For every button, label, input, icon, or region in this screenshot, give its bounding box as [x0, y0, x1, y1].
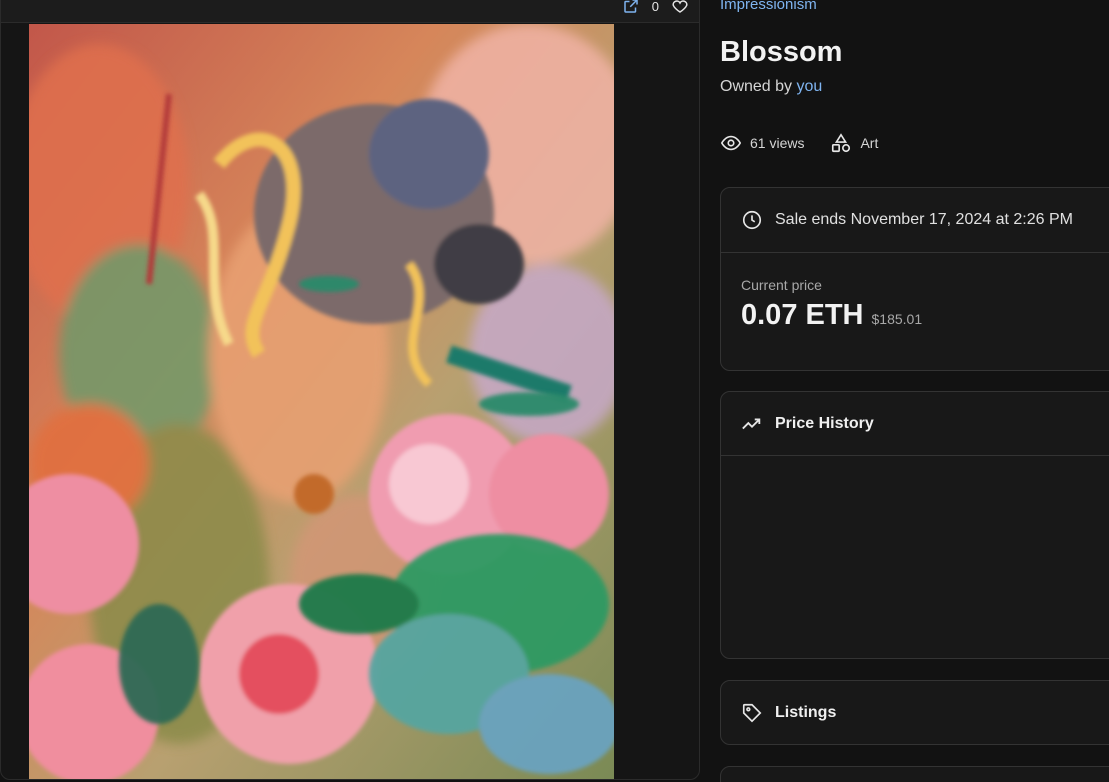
- owner-link[interactable]: you: [797, 78, 823, 95]
- next-card: [720, 766, 1109, 782]
- price-eth: 0.07 ETH: [741, 299, 864, 331]
- media-toolbar: 0: [1, 0, 699, 23]
- clock-icon: [741, 209, 763, 231]
- price-label: Current price: [741, 277, 822, 293]
- price-history-header[interactable]: Price History: [721, 392, 1109, 456]
- sale-card: Sale ends November 17, 2024 at 2:26 PM C…: [720, 187, 1109, 371]
- eye-icon: [720, 132, 742, 154]
- tag-icon: [741, 702, 763, 724]
- shapes-icon: [830, 132, 852, 154]
- sale-ends-text: Sale ends November 17, 2024 at 2:26 PM: [775, 211, 1073, 228]
- like-count: 0: [651, 0, 659, 14]
- owner-prefix: Owned by: [720, 78, 793, 95]
- listings-card: Listings: [720, 680, 1109, 745]
- listings-header[interactable]: Listings: [721, 681, 1109, 744]
- category[interactable]: Art: [830, 132, 878, 154]
- artwork-image[interactable]: [29, 24, 614, 779]
- category-label: Art: [860, 135, 879, 151]
- item-title: Blossom: [720, 36, 843, 68]
- owner-line: Owned by you: [720, 78, 822, 96]
- open-external-icon[interactable]: [622, 0, 640, 15]
- toolbar-actions: 0: [622, 0, 689, 15]
- trend-line-icon: [741, 413, 763, 435]
- price-history-title: Price History: [775, 414, 874, 432]
- media-panel: 0: [0, 0, 700, 780]
- views-label: 61 views: [750, 135, 805, 151]
- heart-icon[interactable]: [671, 0, 689, 15]
- meta-row: 61 views Art: [720, 132, 878, 154]
- price-block: Current price 0.07 ETH $185.01: [721, 253, 1109, 356]
- price-usd: $185.01: [871, 311, 923, 327]
- price-row: 0.07 ETH $185.01: [741, 299, 1099, 332]
- sale-header: Sale ends November 17, 2024 at 2:26 PM: [721, 188, 1109, 253]
- price-history-card: Price History: [720, 391, 1109, 659]
- nft-item-page: 0 Impressionism Blossom Owned by you 61 …: [0, 0, 1109, 782]
- collection-link[interactable]: Impressionism: [720, 0, 817, 13]
- views-count: 61 views: [720, 132, 804, 154]
- listings-title: Listings: [775, 704, 837, 721]
